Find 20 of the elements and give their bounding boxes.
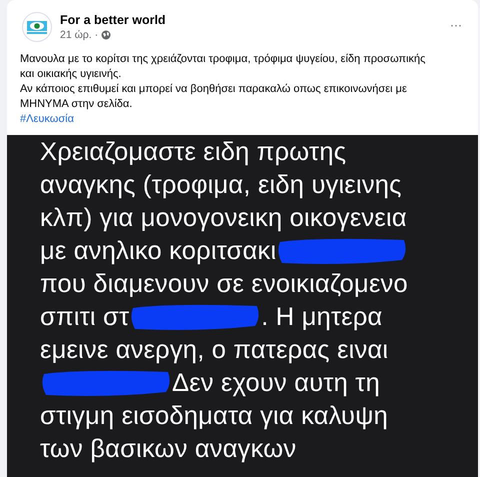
globe-icon xyxy=(101,30,112,40)
more-options-button[interactable]: ··· xyxy=(446,10,466,40)
image-text: με ανηλικο κοριτσακι xyxy=(40,236,276,266)
post-text: Μανουλα με το κορίτσι της χρειάζονται τροφιμα, τρόφιμα ψυγείου, είδη προσωπικής και οικιακής υγιεινής. xyxy=(20,52,426,82)
image-text: σπιτι στ xyxy=(40,302,130,332)
page-name[interactable]: For a better world xyxy=(60,13,438,27)
image-text: των βασικων αναγκων xyxy=(40,434,296,464)
image-text: που διαμενουν σε ενοικιαζομενο xyxy=(40,268,408,298)
image-text: στιγμη εισοδηματα για καλυψη xyxy=(40,400,388,430)
image-text: εμεινε ανεργη, ο πατερας ειναι xyxy=(40,334,388,364)
image-text: . Η μητερα xyxy=(261,302,382,332)
hashtag-link[interactable]: #Λευκωσία xyxy=(20,112,74,127)
eye-logo-icon[interactable] xyxy=(22,12,52,42)
post-time[interactable]: 21 ώρ. · xyxy=(60,29,98,41)
image-text: Δεν εχουν αυτη τη xyxy=(172,368,380,398)
image-text: Χρειαζομαστε ειδη πρωτης xyxy=(40,136,346,166)
post-text: Αν κάποιος επιθυμεί και μπορεί να βοηθήσει παρακαλώ οπως επικοινωνήσει με ΜΗΝΥΜΑ στην σελίδα. xyxy=(20,82,408,112)
image-text: κλπ) για μονογονεικη οικογενεια xyxy=(40,202,407,232)
image-text: αναγκης (τροφιμα, ειδη υγιεινης xyxy=(40,170,402,200)
text-image[interactable] xyxy=(7,135,478,477)
